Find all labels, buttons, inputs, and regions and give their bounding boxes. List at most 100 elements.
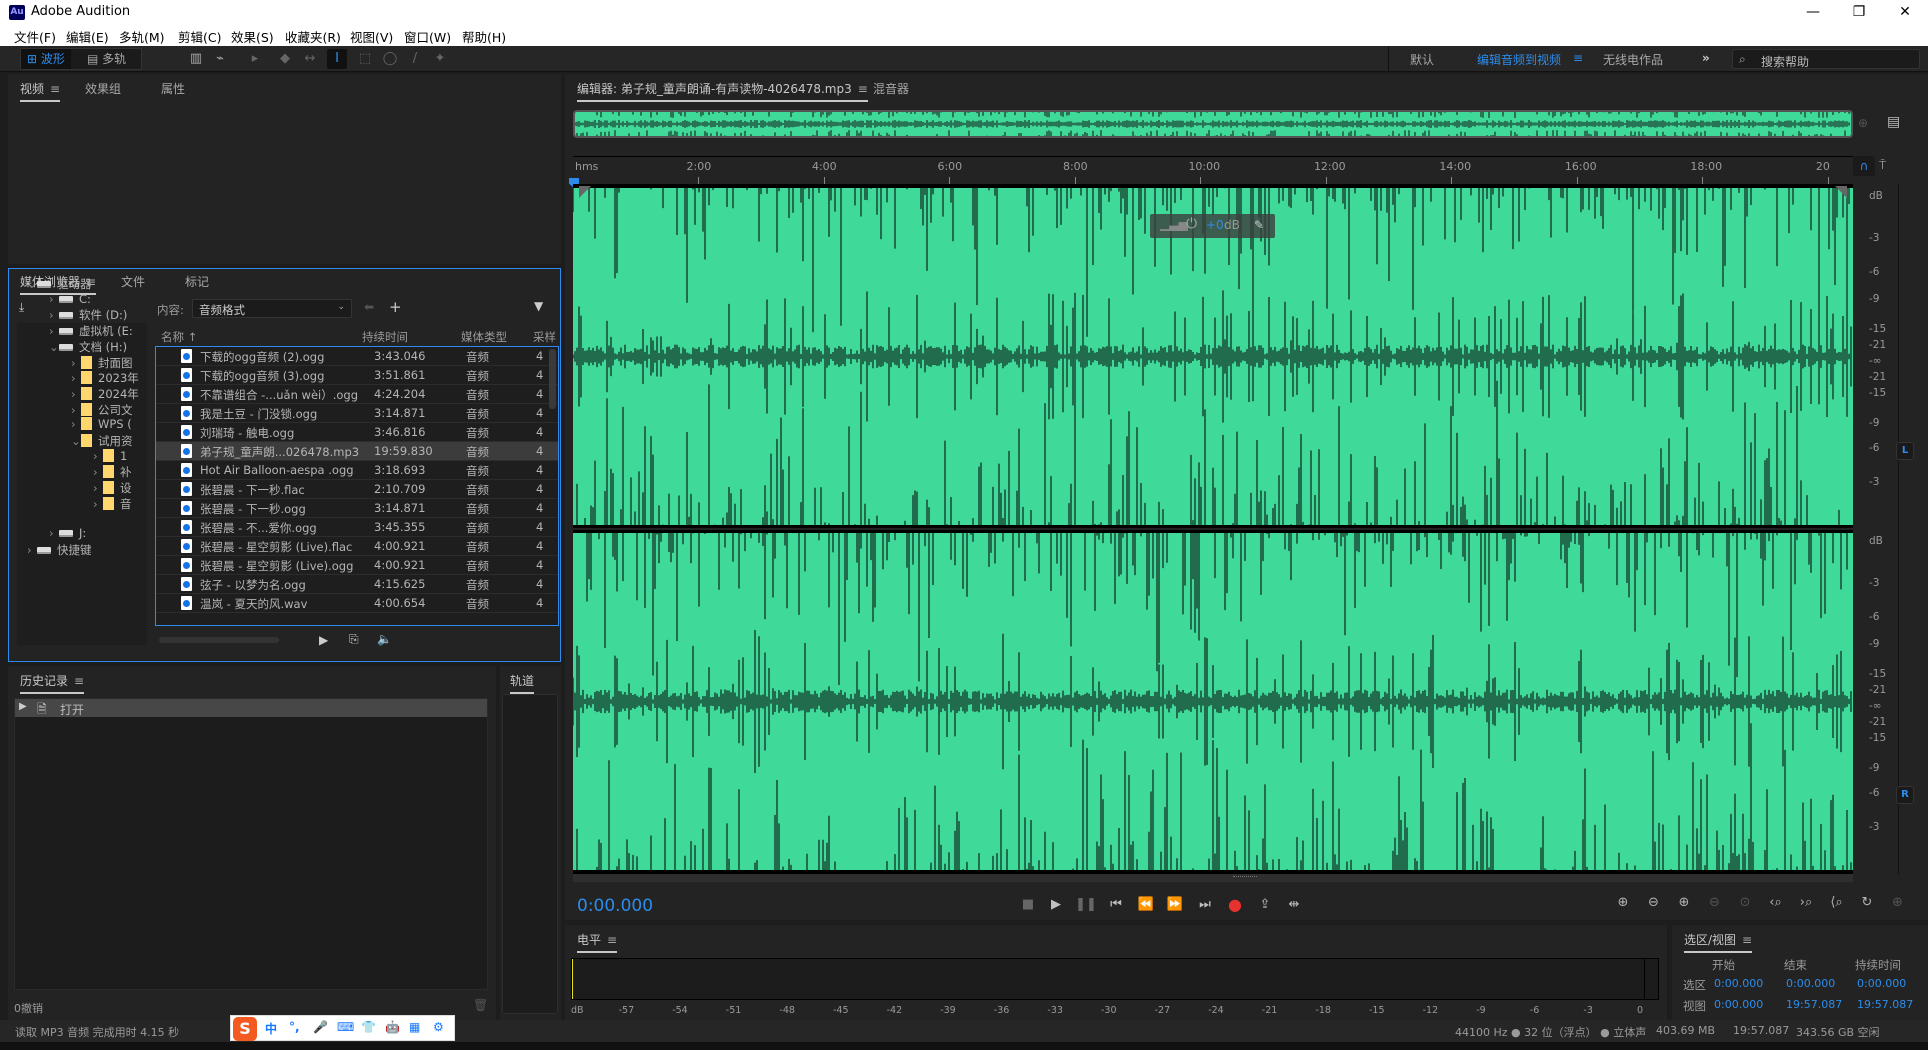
file-list-row[interactable]: 张碧晨 - 下一秒.ogg 3:14.871 音频 4 — [156, 499, 558, 518]
tree-item[interactable]: › 软件 (D:) — [49, 307, 127, 323]
current-time-display[interactable]: 0:00.000 — [577, 896, 653, 916]
file-list-row[interactable]: 张碧晨 - 星空剪影 (Live).flac 4:00.921 音频 4 — [156, 537, 558, 556]
chevron-down-icon[interactable]: ⌄ — [49, 340, 59, 354]
go-to-end-button[interactable]: ⏭ — [1194, 895, 1216, 915]
file-list-row[interactable]: 温岚 - 夏天的风.wav 4:00.654 音频 4 — [156, 594, 558, 613]
chevron-right-icon[interactable]: › — [49, 308, 59, 322]
column-header-duration[interactable]: 持续时间 — [362, 329, 408, 345]
tab-levels[interactable]: 电平 ≡ — [577, 931, 618, 953]
channel-right-toggle[interactable]: R — [1896, 786, 1914, 804]
chevron-right-icon[interactable]: › — [71, 387, 81, 401]
tree-item[interactable]: › 公司文 — [71, 402, 133, 418]
chevron-right-icon[interactable]: › — [71, 371, 81, 385]
chevron-right-icon[interactable]: › — [49, 292, 59, 306]
tab-properties[interactable]: 属性 — [161, 80, 185, 97]
lasso-tool-icon[interactable]: ◯ — [380, 49, 400, 69]
panel-layout-icon[interactable]: ▤ — [1887, 114, 1900, 130]
add-shortcut-icon[interactable]: + — [389, 298, 402, 316]
chevron-right-icon[interactable]: › — [93, 481, 103, 495]
apps-grid-icon[interactable]: ▦ — [409, 1020, 420, 1034]
channel-left-toggle[interactable]: L — [1896, 442, 1914, 460]
view-start[interactable]: 0:00.000 — [1714, 998, 1763, 1011]
file-list-row[interactable]: 我是土豆 - 门没锁.ogg 3:14.871 音频 4 — [156, 404, 558, 423]
chevron-down-icon[interactable]: ⌄ — [71, 434, 81, 448]
menu-file[interactable]: 文件(F) — [14, 27, 56, 46]
minimize-button[interactable]: — — [1790, 0, 1836, 24]
menu-favorites[interactable]: 收藏夹(R) — [285, 27, 341, 46]
waveform-display-icon[interactable]: ⌁ — [210, 49, 230, 69]
spot-healing-tool-icon[interactable]: ✦ — [430, 49, 450, 69]
tree-item[interactable]: › WPS ( — [71, 417, 132, 431]
file-list-row[interactable]: 刘瑞琦 - 触电.ogg 3:46.816 音频 4 — [156, 423, 558, 442]
time-selection-tool-icon[interactable]: I — [327, 49, 347, 69]
play-button[interactable]: ▶ — [1045, 895, 1067, 915]
close-button[interactable]: ✕ — [1882, 0, 1928, 24]
tab-video[interactable]: 视频 ≡ — [20, 80, 61, 102]
workspace-menu-icon[interactable]: ≡ — [1573, 51, 1583, 65]
tree-item[interactable]: ⌄ 文档 (H:) — [49, 339, 127, 355]
menu-clip[interactable]: 剪辑(C) — [178, 27, 221, 46]
spectral-display-icon[interactable]: ▥ — [186, 49, 206, 69]
chevron-right-icon[interactable]: › — [71, 417, 81, 431]
settings-icon[interactable]: ⚙ — [433, 1020, 444, 1034]
zoom-reset-icon[interactable]: ↻ — [1855, 893, 1879, 913]
menu-view[interactable]: 视图(V) — [350, 27, 393, 46]
tab-editor[interactable]: 编辑器: 弟子规_童声朗诵-有声读物-4026478.mp3 ≡ — [577, 80, 868, 102]
tree-item[interactable]: › 快捷键 — [27, 542, 92, 558]
chevron-right-icon[interactable]: › — [27, 543, 37, 557]
ime-toolbar[interactable]: S 中 °, 🎤 ⌨ 👕 🤖 ▦ ⚙ — [230, 1015, 455, 1041]
tree-item[interactable]: › 2023年 — [71, 370, 139, 386]
zoom-in-left-icon[interactable]: ‹⌕ — [1764, 893, 1788, 913]
tree-item[interactable]: › 2024年 — [71, 386, 139, 402]
tree-item[interactable]: › 补 — [93, 464, 132, 480]
delete-history-icon[interactable]: 🗑 — [473, 998, 488, 1012]
selection-duration[interactable]: 0:00.000 — [1857, 977, 1906, 990]
brush-tool-icon[interactable]: / — [405, 49, 425, 69]
file-list-row[interactable]: 弟子规_童声朗...026478.mp3 19:59.830 音频 4 — [156, 442, 558, 461]
snap-icon[interactable]: ∩ — [1853, 156, 1875, 176]
tree-item[interactable]: › J: — [49, 526, 86, 540]
horizontal-scrollbar[interactable] — [159, 637, 279, 643]
chevron-right-icon[interactable]: › — [93, 465, 103, 479]
view-duration[interactable]: 19:57.087 — [1857, 998, 1913, 1011]
back-arrow-icon[interactable]: ⬅ — [364, 300, 374, 314]
skin-icon[interactable]: 👕 — [361, 1020, 376, 1034]
zoom-in-amplitude-icon[interactable]: ⊕ — [1611, 893, 1635, 913]
pin-icon[interactable]: ⍑ — [1879, 158, 1886, 173]
tree-item[interactable]: › 封面图 — [71, 355, 133, 371]
file-list-row[interactable]: 不靠谱组合 -...uǎn wèi）.ogg 4:24.204 音频 4 — [156, 385, 558, 404]
preview-play-icon[interactable]: ▶ — [319, 633, 328, 647]
sogou-logo-icon[interactable]: S — [233, 1017, 257, 1041]
workspace-radio-production[interactable]: 无线电作品 — [1603, 51, 1663, 68]
fast-forward-button[interactable]: ⏩ — [1164, 895, 1186, 915]
chevron-right-icon[interactable]: › — [71, 356, 81, 370]
microphone-icon[interactable]: 🎤 — [313, 1020, 328, 1034]
view-end[interactable]: 19:57.087 — [1786, 998, 1842, 1011]
chevron-right-icon[interactable]: › — [71, 403, 81, 417]
zoom-navigator-icon[interactable]: ⊕ — [1858, 116, 1868, 130]
filter-icon[interactable]: ▼ — [534, 299, 543, 313]
file-list-row[interactable]: 下载的ogg音频 (2).ogg 3:43.046 音频 4 — [156, 347, 558, 366]
tab-tracks[interactable]: 轨道 — [510, 672, 535, 694]
overview-navigator[interactable] — [573, 110, 1853, 138]
razor-tool-icon[interactable]: ◆ — [275, 49, 295, 69]
pause-button[interactable]: ❚❚ — [1075, 895, 1097, 915]
menu-edit[interactable]: 编辑(E) — [66, 27, 109, 46]
marquee-tool-icon[interactable]: ⬚ — [355, 49, 375, 69]
tree-item[interactable]: ⌄ 驱动器 — [27, 276, 92, 292]
chinese-mode-icon[interactable]: 中 — [265, 1020, 277, 1037]
file-list-row[interactable]: 张碧晨 - 星空剪影 (Live).ogg 4:00.921 音频 4 — [156, 556, 558, 575]
go-to-start-button[interactable]: ⏮ — [1105, 895, 1127, 915]
pin-hud-icon[interactable]: ✎ — [1254, 218, 1264, 232]
column-header-sample-rate[interactable]: 采样 — [533, 329, 556, 345]
tab-markers[interactable]: 标记 — [185, 273, 209, 290]
assistant-icon[interactable]: 🤖 — [385, 1020, 400, 1034]
column-header-name[interactable]: 名称 ↑ — [161, 329, 197, 345]
tab-history[interactable]: 历史记录 ≡ — [20, 672, 85, 694]
menu-effects[interactable]: 效果(S) — [231, 27, 274, 46]
file-list-row[interactable]: 张碧晨 - 下一秒.flac 2:10.709 音频 4 — [156, 480, 558, 499]
file-list-row[interactable]: 下载的ogg音频 (3).ogg 3:51.861 音频 4 — [156, 366, 558, 385]
move-tool-icon[interactable]: ▸ — [245, 49, 265, 69]
keyboard-icon[interactable]: ⌨ — [337, 1020, 354, 1034]
multitrack-view-button[interactable]: ▤ 多轨 — [81, 49, 132, 69]
